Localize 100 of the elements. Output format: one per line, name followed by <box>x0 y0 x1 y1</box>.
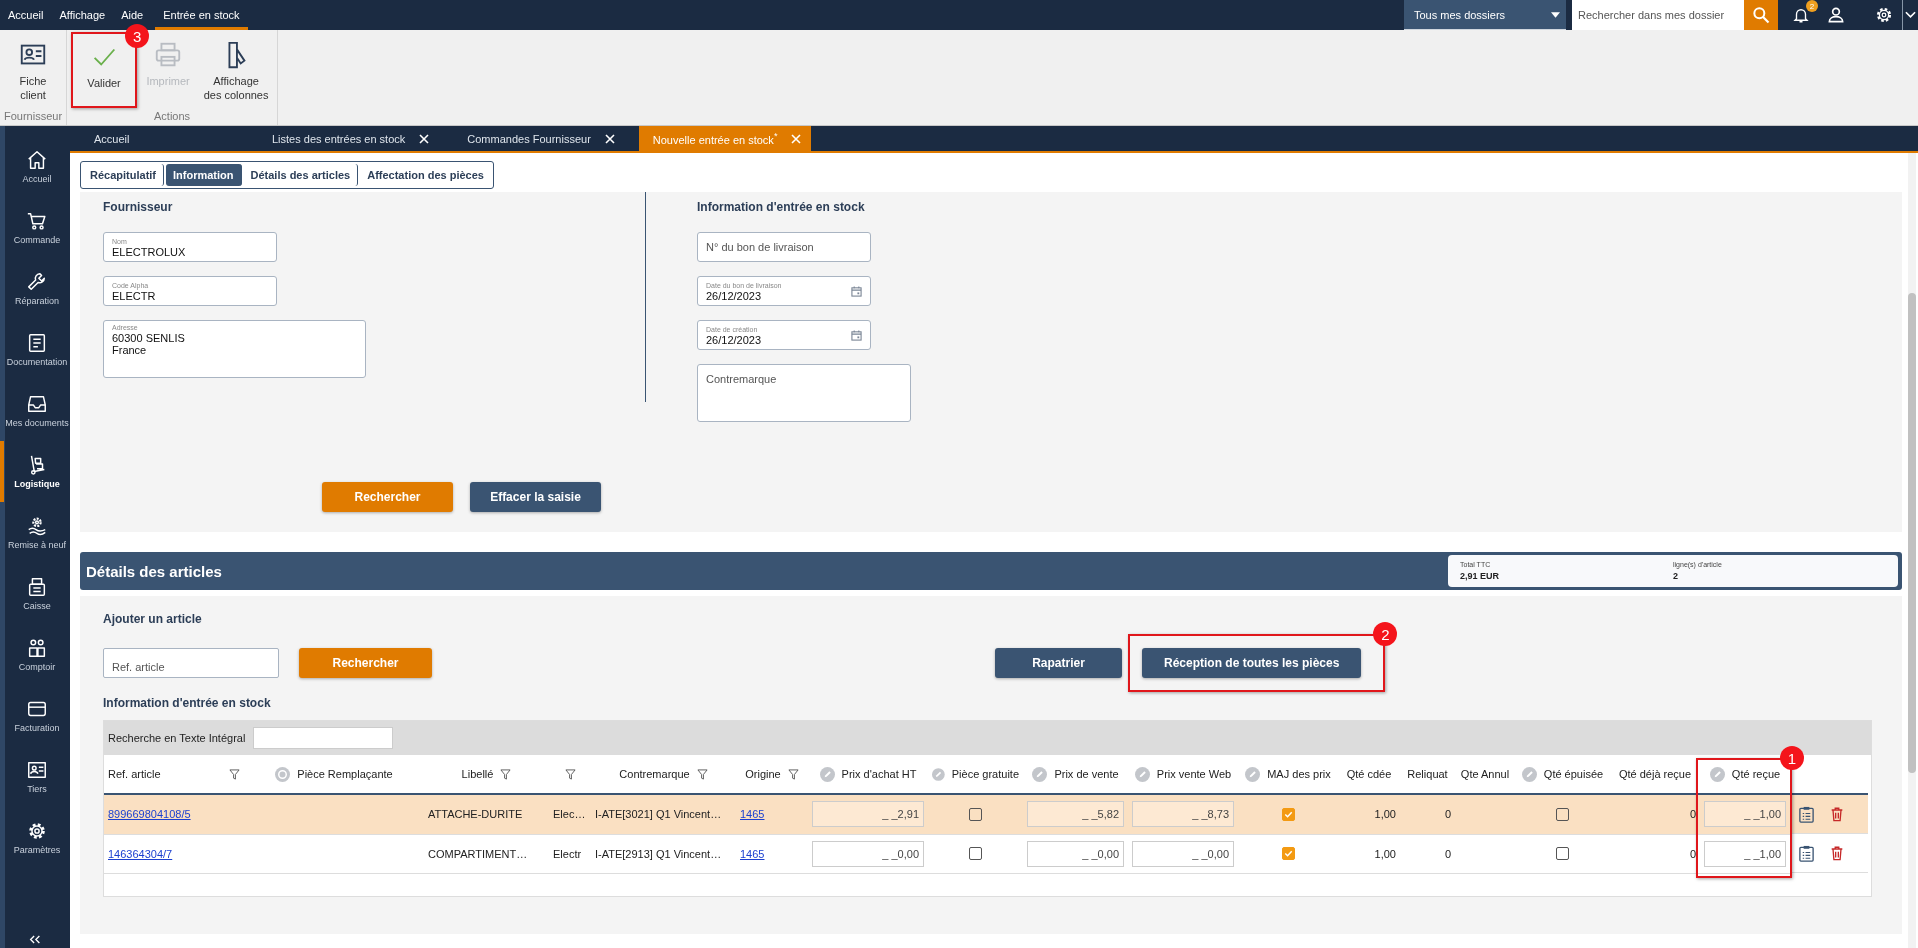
input-field[interactable]: Ref. article <box>103 648 279 678</box>
field-placeholder: Contremarque <box>706 372 778 385</box>
table-cell: 0 <box>1689 808 1696 821</box>
tab-label: Accueil <box>94 132 130 145</box>
people-icon <box>26 637 48 659</box>
sidebar-item[interactable]: Tiers <box>0 746 70 807</box>
action-button[interactable]: Réception de toutes les pièces <box>1142 648 1362 678</box>
column-header[interactable]: Prix d'achat HT <box>841 768 917 780</box>
section-tab[interactable]: Information <box>166 164 242 186</box>
checkbox[interactable] <box>1556 808 1569 822</box>
checkbox[interactable] <box>969 847 982 861</box>
link[interactable]: 899669804108/5 <box>108 808 191 821</box>
toolbar-button[interactable]: Fiche client <box>11 40 56 102</box>
scrollbar[interactable] <box>1908 153 1916 948</box>
checkbox[interactable] <box>1556 847 1569 861</box>
input-field[interactable]: _ _0,00 <box>1132 840 1234 867</box>
gear-hand-icon <box>26 515 48 537</box>
chevron-down-icon[interactable] <box>1905 11 1916 19</box>
input-field[interactable]: _ _5,82 <box>1027 801 1124 828</box>
sidebar-item[interactable]: Caisse <box>0 563 70 624</box>
list-icon[interactable] <box>1798 805 1815 823</box>
table-cell: COMPARTIMENT… <box>428 847 528 860</box>
summary-value: 2 <box>1673 571 1679 581</box>
input-field[interactable]: _ _8,73 <box>1132 801 1234 828</box>
sidebar-item[interactable]: Facturation <box>0 685 70 746</box>
document-tab[interactable]: Listes des entrées en stock <box>258 126 440 151</box>
folder-dropdown[interactable]: Tous mes dossiers <box>1404 0 1566 30</box>
column-header[interactable]: Prix vente Web <box>1156 768 1232 780</box>
input-field[interactable]: N° du bon de livraison <box>697 232 871 262</box>
field-value: 26/12/2023 <box>706 333 762 346</box>
link[interactable]: 1465 <box>740 808 765 821</box>
tab-label: Listes des entrées en stock <box>272 132 406 145</box>
sidebar-item[interactable]: Réparation <box>0 258 70 319</box>
column-header[interactable]: Pièce gratuite <box>951 768 1019 780</box>
input-field[interactable]: _ _0,00 <box>812 840 924 867</box>
column-header[interactable]: Qté reçue <box>1731 768 1781 780</box>
sidebar-item[interactable]: Accueil <box>0 136 70 197</box>
sidebar-item[interactable]: Remise à neuf <box>0 502 70 563</box>
input-field[interactable]: _ _2,91 <box>812 801 924 828</box>
checkbox[interactable] <box>1281 847 1295 861</box>
search-field[interactable] <box>253 727 394 749</box>
settings-icon[interactable] <box>1874 5 1894 25</box>
column-header[interactable]: Qté épuisée <box>1543 768 1604 780</box>
column-header[interactable]: Origine <box>745 768 781 780</box>
column-header[interactable]: Qté cdée <box>1346 768 1392 780</box>
menu-item[interactable]: Aide <box>113 9 152 21</box>
column-header[interactable]: Qté déjà reçue <box>1618 768 1692 780</box>
checkbox[interactable] <box>1281 808 1295 822</box>
column-header[interactable]: MAJ des prix <box>1267 768 1331 780</box>
document-tab[interactable]: Accueil <box>80 126 244 151</box>
column-header[interactable]: Qte Annul <box>1460 768 1510 780</box>
calendar-icon[interactable] <box>851 330 862 341</box>
checkbox[interactable] <box>969 808 982 822</box>
column-header[interactable]: Libellé <box>461 768 494 780</box>
toolbar-button[interactable]: Affichage des colonnes <box>199 40 274 102</box>
sidebar-item[interactable]: Mes documents <box>0 380 70 441</box>
input-field[interactable]: _ _1,00 <box>1704 840 1786 867</box>
table-row[interactable]: 146364304/7 COMPARTIMENT… Electr I-ATE[2913] Q1 Vincent… 1465 _ _0,00 _ _0,00 _ _0,00 1,00 0 0 _ _1,00 <box>104 834 1868 873</box>
input-field[interactable]: Contremarque <box>697 364 911 422</box>
list-icon[interactable] <box>1798 844 1815 862</box>
sidebar-item[interactable]: Paramètres <box>0 807 70 868</box>
filter-icon[interactable] <box>500 768 512 780</box>
calendar-icon[interactable] <box>851 286 862 297</box>
collapse-icon[interactable] <box>28 935 42 944</box>
close-icon[interactable] <box>604 133 615 144</box>
action-button[interactable]: Rapatrier <box>995 648 1122 678</box>
link[interactable]: 1465 <box>740 847 765 860</box>
input-field[interactable]: _ _0,00 <box>1027 840 1124 867</box>
column-header[interactable]: Reliquat <box>1407 768 1448 780</box>
menu-item[interactable]: Affichage <box>51 9 114 21</box>
filter-icon[interactable] <box>787 768 799 780</box>
column-header[interactable]: Contremarque <box>619 768 690 780</box>
user-icon[interactable] <box>1826 5 1846 25</box>
menu-item[interactable]: Accueil <box>0 9 52 21</box>
filter-icon[interactable] <box>229 768 240 780</box>
close-icon[interactable] <box>419 133 430 144</box>
filter-icon[interactable] <box>696 768 708 780</box>
sidebar-item[interactable]: Documentation <box>0 319 70 380</box>
bell-icon[interactable] <box>1792 6 1810 24</box>
input-field[interactable]: _ _1,00 <box>1704 801 1786 828</box>
column-header[interactable]: Pièce Remplaçante <box>297 768 393 780</box>
id-card-icon <box>26 759 48 781</box>
column-header[interactable]: Prix de vente <box>1054 768 1119 780</box>
document-icon <box>26 332 48 354</box>
table-row[interactable]: 899669804108/5 ATTACHE-DURITE Elec… I-ATE[3021] Q1 Vincent… 1465 _ _2,91 _ _5,82 _ _8,73 1,00 0 0 _ _1,00 <box>104 794 1868 834</box>
callout-badge: 2 <box>1373 622 1398 646</box>
search-field[interactable]: Rechercher dans mes dossier <box>1572 0 1744 30</box>
column-header[interactable]: Ref. article <box>108 768 161 780</box>
document-tab[interactable]: Commandes Fournisseur <box>453 126 625 151</box>
sidebar-item[interactable]: Comptoir <box>0 624 70 685</box>
link[interactable]: 146364304/7 <box>108 847 173 860</box>
delete-icon[interactable] <box>1829 845 1845 861</box>
sidebar-item[interactable]: Logistique <box>0 441 70 502</box>
filter-icon[interactable] <box>564 768 576 780</box>
search-button[interactable] <box>1744 0 1778 30</box>
clear-button[interactable]: Effacer la saisie <box>470 482 601 512</box>
table-cell: ATTACHE-DURITE <box>428 808 523 821</box>
field-value: ELECTR <box>112 289 156 302</box>
sidebar-item[interactable]: Commande <box>0 197 70 258</box>
delete-icon[interactable] <box>1829 806 1845 822</box>
